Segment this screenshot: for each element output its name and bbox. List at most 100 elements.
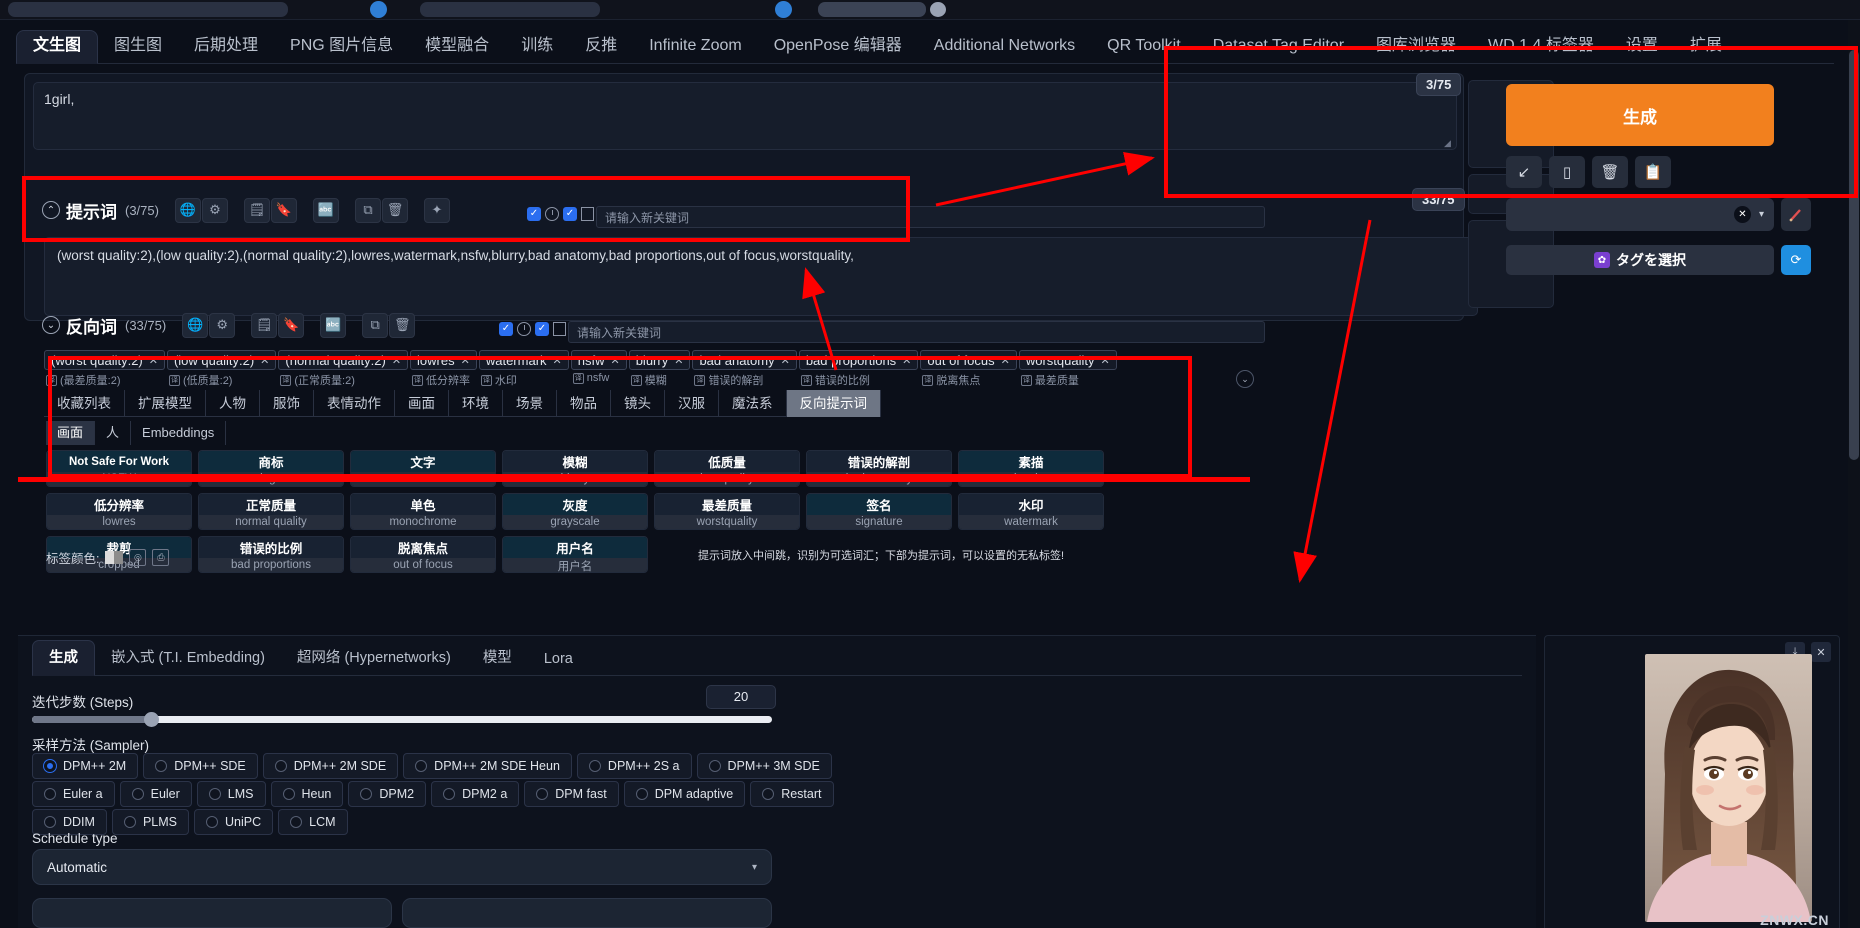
negative-tag-chip[interactable]: lowres ✕ 译低分辨率 — [410, 350, 477, 388]
sampler-option[interactable]: DPM2 — [348, 781, 427, 807]
generate-button[interactable]: 生成 — [1506, 84, 1774, 146]
tab-settings[interactable]: 设置 — [1610, 31, 1674, 63]
tab-openpose-editor[interactable]: OpenPose 编辑器 — [758, 31, 918, 63]
sampler-option[interactable]: DPM++ 3M SDE — [696, 753, 832, 779]
tab-txt2img[interactable]: 文生图 — [16, 30, 99, 64]
chip-body[interactable]: bad proportions ✕ — [798, 350, 919, 370]
chrome-tab-3[interactable] — [818, 2, 926, 17]
tag-button[interactable]: 灰度 grayscale — [502, 493, 648, 530]
tag-button[interactable]: 最差质量 worstquality — [654, 493, 800, 530]
clock-icon[interactable] — [545, 207, 559, 221]
bookmark-icon[interactable]: 🔖 — [278, 312, 305, 338]
chip-body[interactable]: blurry ✕ — [628, 350, 691, 370]
category-tab-2[interactable]: 人物 — [206, 390, 260, 417]
chip-body[interactable]: out of focus ✕ — [920, 350, 1017, 370]
parameters-tab-0[interactable]: 生成 — [32, 640, 95, 676]
clock-icon[interactable] — [517, 322, 531, 336]
chips-expand-icon[interactable]: ⌄ — [1236, 370, 1254, 388]
chip-remove-icon[interactable]: ✕ — [610, 354, 619, 367]
tag-button[interactable]: 模糊 blurry — [502, 450, 648, 487]
negative-tag-chip[interactable]: (low quality:2) ✕ 译 (低质量:2) — [166, 350, 277, 388]
translate-icon[interactable]: 🔤 — [312, 197, 339, 223]
extra-select-right[interactable] — [402, 898, 772, 928]
chip-body[interactable]: (worst quality:2) ✕ — [44, 350, 165, 370]
negative-checkbox-2[interactable]: ✓ — [535, 322, 549, 336]
arrow-down-left-icon[interactable]: ↙ — [1506, 156, 1542, 188]
tab-extensions[interactable]: 扩展 — [1674, 31, 1738, 63]
tag-button[interactable]: 低分辨率 lowres — [46, 493, 192, 530]
extra-select-left[interactable] — [32, 898, 392, 928]
sampler-option[interactable]: LCM — [278, 809, 348, 835]
tab-dataset-tag-editor[interactable]: Dataset Tag Editor — [1197, 31, 1360, 63]
chip-body[interactable]: watermark ✕ — [478, 350, 569, 370]
tab-checkpoint-merger[interactable]: 模型融合 — [409, 31, 505, 63]
sampler-option[interactable]: DPM2 a — [431, 781, 520, 807]
category-tab-12[interactable]: 反向提示词 — [786, 390, 881, 417]
sampler-option[interactable]: PLMS — [111, 809, 189, 835]
tag-button[interactable]: 低质量 low quality — [654, 450, 800, 487]
steps-slider-knob[interactable] — [144, 712, 159, 727]
tag-button[interactable]: 单色 monochrome — [350, 493, 496, 530]
tag-button[interactable]: 水印 watermark — [958, 493, 1104, 530]
chip-remove-icon[interactable]: ✕ — [781, 354, 790, 367]
category-tab-4[interactable]: 表情动作 — [314, 390, 395, 417]
chip-remove-icon[interactable]: ✕ — [553, 354, 562, 367]
tab-qr-toolkit[interactable]: QR Toolkit — [1091, 31, 1197, 63]
trash-icon[interactable]: 🗑 — [381, 197, 408, 223]
copy-icon[interactable]: ⧉ — [362, 312, 389, 338]
negative-keyword-input[interactable]: 请输入新关键词 — [568, 321, 1265, 343]
chip-remove-icon[interactable]: ✕ — [461, 354, 470, 367]
tab-png-info[interactable]: PNG 图片信息 — [274, 31, 409, 63]
chip-body[interactable]: lowres ✕ — [410, 350, 477, 370]
color-picker-icon[interactable]: ◎ — [129, 549, 147, 566]
tag-button[interactable]: 用户名 用户名 — [502, 536, 648, 573]
sampler-option[interactable]: Euler a — [32, 781, 115, 807]
negative-tag-chip[interactable]: bad proportions ✕ 译错误的比例 — [798, 350, 919, 388]
negative-tag-chip[interactable]: out of focus ✕ 译脱离焦点 — [920, 350, 1017, 388]
generated-image[interactable] — [1645, 654, 1812, 922]
category-tab-5[interactable]: 画面 — [395, 390, 449, 417]
sampler-option[interactable]: UniPC — [194, 809, 274, 835]
chip-body[interactable]: bad anatomy ✕ — [692, 350, 797, 370]
category-tab-6[interactable]: 环境 — [449, 390, 503, 417]
collapse-down-icon[interactable]: ⌄ — [42, 316, 60, 334]
tab-wd14-tagger[interactable]: WD 1.4 标签器 — [1472, 31, 1610, 63]
chrome-dot[interactable] — [930, 2, 946, 17]
tab-extras[interactable]: 后期处理 — [178, 31, 274, 63]
collapse-up-icon[interactable]: ⌃ — [42, 201, 60, 219]
negative-tag-chip[interactable]: bad anatomy ✕ 译错误的解剖 — [692, 350, 797, 388]
chrome-icon-2[interactable] — [775, 1, 792, 18]
globe-icon[interactable]: 🌐 — [182, 312, 209, 338]
tag-button[interactable]: 脱离焦点 out of focus — [350, 536, 496, 573]
category-tab-3[interactable]: 服饰 — [260, 390, 314, 417]
negative-tag-chip[interactable]: nsfw ✕ 译 nsfw — [570, 350, 627, 388]
tab-train[interactable]: 训练 — [505, 31, 569, 63]
chip-remove-icon[interactable]: ✕ — [1001, 354, 1010, 367]
sampler-option[interactable]: DPM++ SDE — [143, 753, 258, 779]
close-icon[interactable]: ✕ — [1811, 642, 1831, 662]
scrollbar-thumb[interactable] — [1849, 50, 1859, 460]
panel-icon[interactable] — [553, 322, 566, 336]
trash-icon[interactable]: 🗑 — [389, 312, 416, 338]
sampler-option[interactable]: Euler — [119, 781, 192, 807]
sampler-option[interactable]: DPM++ 2S a — [576, 753, 692, 779]
chrome-icon-1[interactable] — [370, 1, 387, 18]
sampler-option[interactable]: Restart — [750, 781, 834, 807]
category-tab-1[interactable]: 扩展模型 — [125, 390, 206, 417]
tag-button[interactable]: 商标 logo — [198, 450, 344, 487]
schedule-type-select[interactable]: Automatic ▾ — [32, 849, 772, 885]
color-reset-icon[interactable]: ⎙ — [152, 549, 170, 566]
parameters-tab-1[interactable]: 嵌入式 (T.I. Embedding) — [95, 641, 281, 675]
tag-button[interactable]: 错误的解剖 bad anatomy — [806, 450, 952, 487]
tab-infinite-zoom[interactable]: Infinite Zoom — [633, 31, 757, 63]
chip-remove-icon[interactable]: ✕ — [392, 354, 401, 367]
chip-remove-icon[interactable]: ✕ — [149, 354, 158, 367]
parameters-tab-3[interactable]: 模型 — [467, 641, 528, 675]
tag-button[interactable]: 正常质量 normal quality — [198, 493, 344, 530]
tag-button[interactable]: 签名 signature — [806, 493, 952, 530]
tag-button[interactable]: 错误的比例 bad proportions — [198, 536, 344, 573]
parameters-tab-2[interactable]: 超网络 (Hypernetworks) — [281, 641, 467, 675]
category-tab-7[interactable]: 场景 — [503, 390, 557, 417]
prompt-textarea[interactable]: 1girl, ◢ — [33, 82, 1457, 150]
tag-button[interactable]: 素描 sketches — [958, 450, 1104, 487]
